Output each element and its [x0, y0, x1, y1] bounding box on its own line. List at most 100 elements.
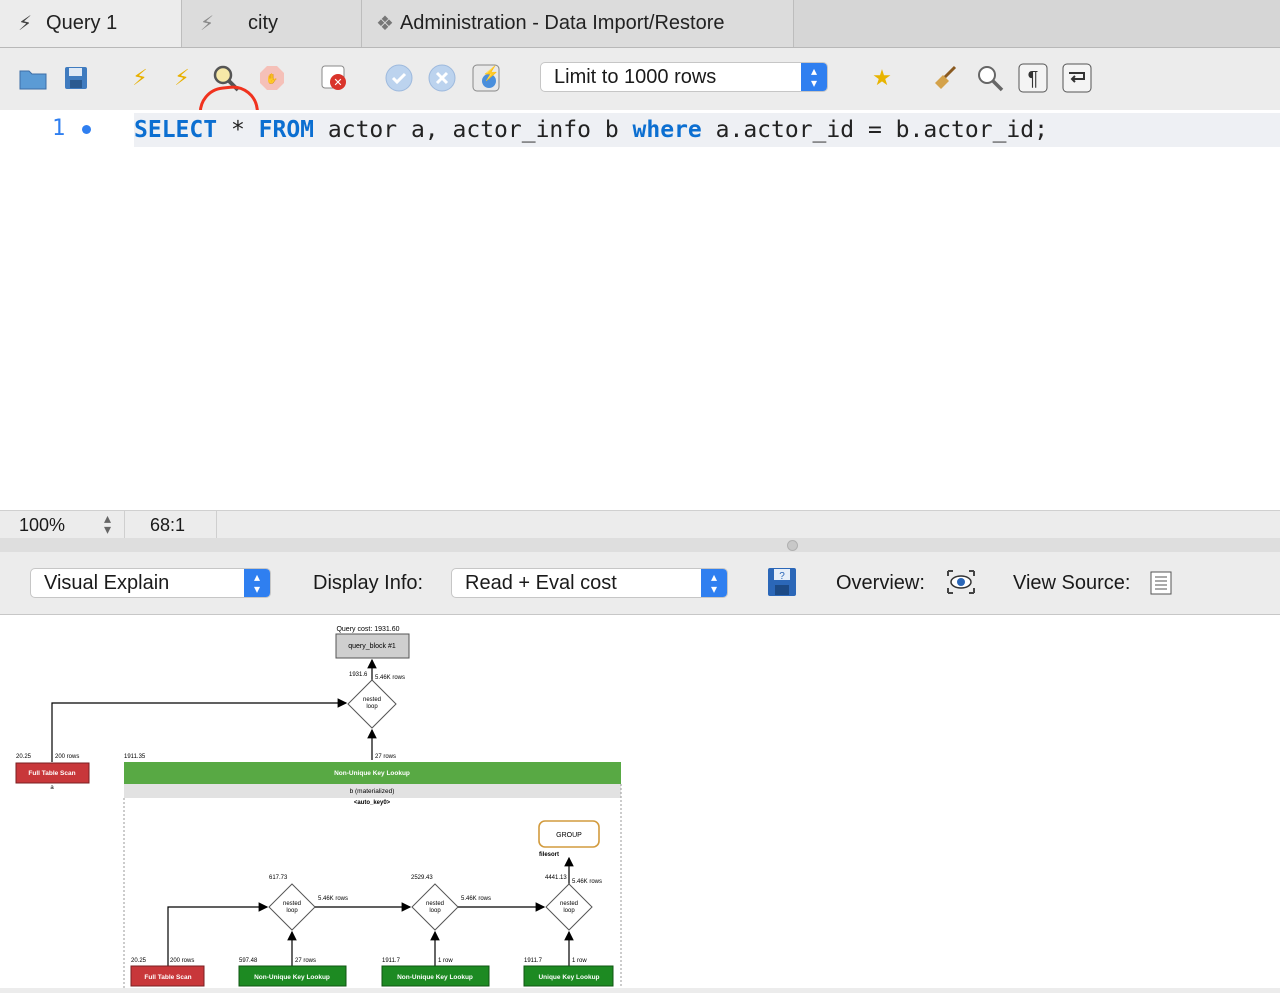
cost-label: 2529.43 [411, 875, 433, 881]
tab-administration[interactable]: ❖ Administration - Data Import/Restore [362, 0, 794, 47]
display-info-select[interactable]: Read + Eval cost ▴ ▾ [451, 568, 728, 598]
cost-label: 20.25 [16, 754, 32, 760]
node-label: Full Table Scan [28, 770, 75, 777]
rows-label: 1 row [572, 958, 587, 964]
chevron-updown-icon: ▴ ▾ [244, 569, 270, 597]
rows-label: 5.46K rows [375, 675, 405, 681]
add-snippet-star-icon[interactable]: ★ [866, 62, 898, 94]
tab-label: Administration - Data Import/Restore [399, 12, 725, 34]
overview-label: Overview: [836, 572, 925, 594]
node-label: Full Table Scan [144, 974, 191, 981]
svg-text:✋: ✋ [266, 72, 278, 85]
node-label: Unique Key Lookup [538, 974, 599, 981]
splitter-handle[interactable] [787, 540, 798, 551]
visual-explain-canvas[interactable]: Query cost: 1931.60 query_block #1 1931.… [0, 615, 1280, 988]
rows-label: 27 rows [295, 958, 316, 964]
rows-label: 5.46K rows [318, 896, 348, 902]
rows-label: 5.46K rows [461, 896, 491, 902]
overview-eye-icon[interactable] [945, 569, 977, 601]
rollback-icon[interactable] [426, 62, 458, 94]
view-source-document-icon[interactable] [1150, 571, 1172, 601]
nested-loop-node[interactable] [411, 883, 459, 931]
panel-splitter[interactable] [0, 538, 1280, 552]
query-cost-label: Query cost: 1931.60 [336, 626, 399, 633]
execute-statement-icon[interactable]: ⚡︎ [166, 62, 198, 94]
tab-bar: ⚡︎ Query 1 ⚡︎ city ❖ Administration - Da… [0, 0, 1280, 48]
key-name: <auto_key0> [354, 800, 391, 806]
svg-text:¶: ¶ [1028, 68, 1039, 90]
nested-loop-label: nested [426, 901, 444, 907]
sql-keyword: SELECT [134, 117, 218, 143]
result-view-value: Visual Explain [44, 572, 170, 594]
cost-label: 1911.7 [382, 958, 401, 964]
limit-rows-value: Limit to 1000 rows [554, 66, 717, 88]
svg-text:⚡: ⚡ [482, 65, 499, 82]
tab-label: city [248, 12, 279, 34]
beautify-broom-icon[interactable] [930, 62, 962, 94]
puzzle-icon: ❖ [376, 13, 394, 35]
sql-text: actor a, actor_info b [314, 117, 633, 143]
wrap-lines-icon[interactable] [1061, 62, 1093, 94]
cost-label: 597.48 [239, 958, 258, 964]
sql-line[interactable]: SELECT * FROM actor a, actor_info b wher… [134, 113, 1280, 147]
statement-marker-icon [82, 125, 91, 134]
node-label: Non-Unique Key Lookup [254, 974, 330, 981]
rows-label: 5.46K rows [572, 879, 602, 885]
rows-label: 200 rows [170, 958, 194, 964]
svg-text:?: ? [779, 571, 785, 582]
find-magnifier-icon[interactable] [974, 62, 1006, 94]
zoom-stepper[interactable]: ▴ ▾ [104, 511, 111, 536]
save-image-icon[interactable]: ? [767, 567, 797, 603]
cost-label: 4441.13 [545, 875, 567, 881]
query-block-label: query_block #1 [348, 643, 396, 650]
result-toolbar: Visual Explain ▴ ▾ Display Info: Read + E… [0, 552, 1280, 615]
rows-label: 200 rows [55, 754, 79, 760]
cost-label: 617.73 [269, 875, 288, 881]
autocommit-icon[interactable]: ⚡ [470, 62, 502, 94]
limit-rows-select[interactable]: Limit to 1000 rows ▴ ▾ [540, 62, 828, 92]
rows-label: 27 rows [375, 754, 396, 760]
nested-loop-node[interactable] [268, 883, 316, 931]
rows-label: 1 row [438, 958, 453, 964]
nested-loop-label: nested [363, 697, 381, 703]
group-label: GROUP [556, 832, 582, 839]
nested-loop-node[interactable] [545, 883, 593, 931]
stop-icon[interactable]: ✋ [256, 62, 288, 94]
toggle-error-icon[interactable]: ✕ [318, 62, 350, 94]
explain-diagram: Query cost: 1931.60 query_block #1 1931.… [15, 626, 622, 988]
chevron-updown-icon: ▴ ▾ [701, 569, 727, 597]
lightning-icon: ⚡︎ [200, 13, 215, 35]
tab-city[interactable]: ⚡︎ city [182, 0, 362, 47]
commit-icon[interactable] [383, 62, 415, 94]
execute-lightning-icon[interactable]: ⚡︎ [124, 62, 156, 94]
sql-keyword: FROM [258, 117, 315, 143]
divider [216, 511, 217, 539]
query-toolbar: ⚡︎ ⚡︎ ✋ ✕ ⚡ Limit to 1000 rows ▴ ▾ ★ ¶ [0, 48, 1280, 163]
view-source-label: View Source: [1013, 572, 1131, 594]
save-icon[interactable] [60, 62, 92, 94]
node-label: Non-Unique Key Lookup [334, 770, 410, 777]
result-view-select[interactable]: Visual Explain ▴ ▾ [30, 568, 271, 598]
display-info-label: Display Info: [313, 572, 424, 594]
nested-loop-label: loop [286, 908, 298, 914]
sql-text: * [217, 117, 259, 143]
svg-text:✕: ✕ [333, 77, 342, 89]
line-number: 1 [52, 116, 66, 141]
nested-loop-label: nested [560, 901, 578, 907]
sql-editor[interactable]: 1 SELECT * FROM actor a, actor_info b wh… [0, 110, 1280, 510]
cost-label: 1911.7 [524, 958, 543, 964]
filesort-label: filesort [539, 852, 559, 858]
divider [124, 511, 125, 539]
nested-loop-label: loop [429, 908, 441, 914]
invisible-chars-pilcrow-icon[interactable]: ¶ [1017, 62, 1049, 94]
display-info-value: Read + Eval cost [465, 572, 617, 594]
nested-loop-label: loop [366, 704, 378, 710]
cursor-position: 68:1 [150, 515, 186, 535]
tab-query-1[interactable]: ⚡︎ Query 1 [0, 0, 182, 47]
open-folder-icon[interactable] [17, 62, 49, 94]
zoom-level: 100% [19, 515, 66, 535]
cost-label: 20.25 [131, 958, 147, 964]
cost-label: 1911.35 [124, 754, 146, 760]
tab-label: Query 1 [46, 12, 118, 34]
editor-status-bar: 100% ▴ ▾ 68:1 [0, 510, 1280, 539]
